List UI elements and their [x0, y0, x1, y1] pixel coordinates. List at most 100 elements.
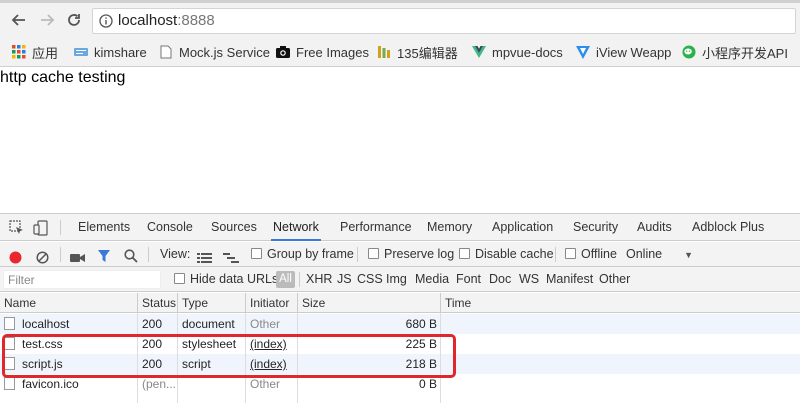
filter-input[interactable]: Filter	[3, 270, 161, 289]
bookmark-label: Mock.js Service	[179, 44, 271, 60]
checkbox-label: Preserve log	[384, 247, 455, 261]
tab-separator	[60, 220, 61, 235]
wechat-icon	[682, 45, 696, 59]
column-divider	[177, 313, 178, 403]
cell-status: 200	[142, 357, 163, 371]
overview-button[interactable]	[223, 248, 239, 263]
kimshare-icon	[74, 45, 88, 59]
table-row[interactable]: test.css 200 stylesheet (index) 225 B	[0, 334, 800, 354]
apps-grid-icon	[12, 45, 26, 59]
filter-img-button[interactable]: Img	[386, 267, 407, 292]
filter-all-button[interactable]: All	[276, 271, 295, 288]
filter-ws-button[interactable]: WS	[519, 267, 539, 292]
disable-cache-checkbox[interactable]: Disable cache	[459, 242, 554, 267]
bookmark-kimshare[interactable]: kimshare	[74, 43, 147, 61]
cell-status: 200	[142, 337, 163, 351]
tab-performance[interactable]: Performance	[338, 214, 414, 241]
bookmark-label: Free Images	[296, 44, 369, 60]
hide-data-urls-checkbox[interactable]: Hide data URLs	[174, 267, 278, 292]
device-toolbar-icon[interactable]	[33, 220, 49, 239]
clear-icon	[36, 251, 49, 264]
bookmark-mockjs[interactable]: Mock.js Service	[159, 43, 270, 61]
tab-audits[interactable]: Audits	[635, 214, 674, 241]
cell-initiator-link[interactable]: (index)	[246, 354, 298, 374]
arrow-right-icon	[41, 14, 55, 26]
group-by-frame-checkbox[interactable]: Group by frame	[251, 242, 354, 267]
bookmark-iview-weapp[interactable]: iView Weapp	[576, 43, 671, 61]
tab-console[interactable]: Console	[145, 214, 195, 241]
tab-security[interactable]: Security	[571, 214, 620, 241]
cell-initiator-link[interactable]: (index)	[246, 334, 298, 354]
tab-application[interactable]: Application	[490, 214, 555, 241]
column-divider	[440, 313, 441, 403]
filter-separator	[299, 272, 300, 287]
tab-adblock-plus[interactable]: Adblock Plus	[690, 214, 766, 241]
cell-name: localhost	[0, 314, 138, 334]
cell-size: 680 B	[405, 317, 437, 331]
checkbox-box	[368, 248, 379, 259]
bookmark-apps[interactable]: 应用	[12, 43, 58, 61]
table-row[interactable]: localhost 200 document Other 680 B	[0, 314, 800, 334]
cell-status: 200	[142, 317, 163, 331]
screenshot-button[interactable]	[70, 248, 86, 262]
bookmarks-bar: 应用 kimshare Mock.js Service Free Images …	[0, 37, 800, 67]
record-button[interactable]	[9, 248, 22, 264]
bookmark-free-images[interactable]: Free Images	[276, 43, 369, 61]
filter-xhr-button[interactable]: XHR	[306, 267, 332, 292]
bookmark-mpvue-docs[interactable]: mpvue-docs	[472, 43, 563, 61]
filter-doc-button[interactable]: Doc	[489, 267, 511, 292]
video-camera-icon	[70, 254, 85, 262]
filter-media-button[interactable]: Media	[415, 267, 449, 292]
camera-icon	[276, 45, 290, 59]
address-bar[interactable]: localhost:8888	[92, 8, 796, 34]
tab-sources[interactable]: Sources	[209, 214, 259, 241]
bookmark-135editor[interactable]: 135编辑器	[377, 43, 458, 61]
editor-icon	[377, 45, 391, 59]
toolbar-separator	[60, 247, 61, 262]
forward-button[interactable]	[36, 9, 58, 31]
column-header-status[interactable]: Status	[138, 293, 178, 313]
inspect-element-icon[interactable]	[9, 220, 25, 239]
large-rows-button[interactable]	[197, 248, 212, 263]
preserve-log-checkbox[interactable]: Preserve log	[368, 242, 454, 267]
throttling-select[interactable]: Online ▼	[626, 242, 693, 267]
filter-font-button[interactable]: Font	[456, 267, 481, 292]
reload-button[interactable]	[63, 9, 85, 31]
throttling-value: Online	[626, 247, 663, 261]
bookmark-miniprogram-api[interactable]: 小程序开发API	[682, 43, 788, 61]
bookmark-label: mpvue-docs	[492, 44, 563, 60]
address-url: localhost:8888	[118, 12, 215, 29]
filter-manifest-button[interactable]: Manifest	[546, 267, 593, 292]
filter-other-button[interactable]: Other	[599, 267, 630, 292]
table-row[interactable]: script.js 200 script (index) 218 B	[0, 354, 800, 374]
offline-checkbox[interactable]: Offline	[565, 242, 617, 267]
column-divider	[297, 313, 298, 403]
tab-network[interactable]: Network	[271, 214, 321, 241]
column-header-type[interactable]: Type	[178, 293, 246, 313]
document-file-icon	[4, 357, 15, 370]
cell-size: 218 B	[405, 357, 437, 371]
column-header-name[interactable]: Name	[0, 293, 138, 313]
tab-elements[interactable]: Elements	[76, 214, 132, 241]
column-header-initiator[interactable]: Initiator	[246, 293, 298, 313]
search-button[interactable]	[124, 247, 138, 263]
filter-placeholder: Filter	[8, 273, 35, 287]
devtools-panel: Elements Console Sources Network Perform…	[0, 213, 800, 403]
filter-js-button[interactable]: JS	[337, 267, 352, 292]
tab-memory[interactable]: Memory	[425, 214, 474, 241]
column-header-time[interactable]: Time	[441, 293, 800, 313]
cell-size: 0 B	[418, 377, 437, 391]
filter-toggle-button[interactable]	[97, 247, 111, 262]
table-row[interactable]: favicon.ico (pen... Other 0 B	[0, 374, 800, 394]
filter-css-button[interactable]: CSS	[357, 267, 383, 292]
column-header-size[interactable]: Size	[298, 293, 441, 313]
toolbar-separator	[148, 247, 149, 262]
page-icon	[159, 45, 173, 59]
back-button[interactable]	[8, 9, 30, 31]
clear-button[interactable]	[36, 248, 49, 264]
cell-initiator: Other	[250, 377, 281, 391]
waterfall-icon	[223, 253, 239, 263]
cell-initiator: Other	[250, 317, 281, 331]
toolbar-separator	[357, 247, 358, 262]
info-icon[interactable]	[99, 14, 113, 31]
